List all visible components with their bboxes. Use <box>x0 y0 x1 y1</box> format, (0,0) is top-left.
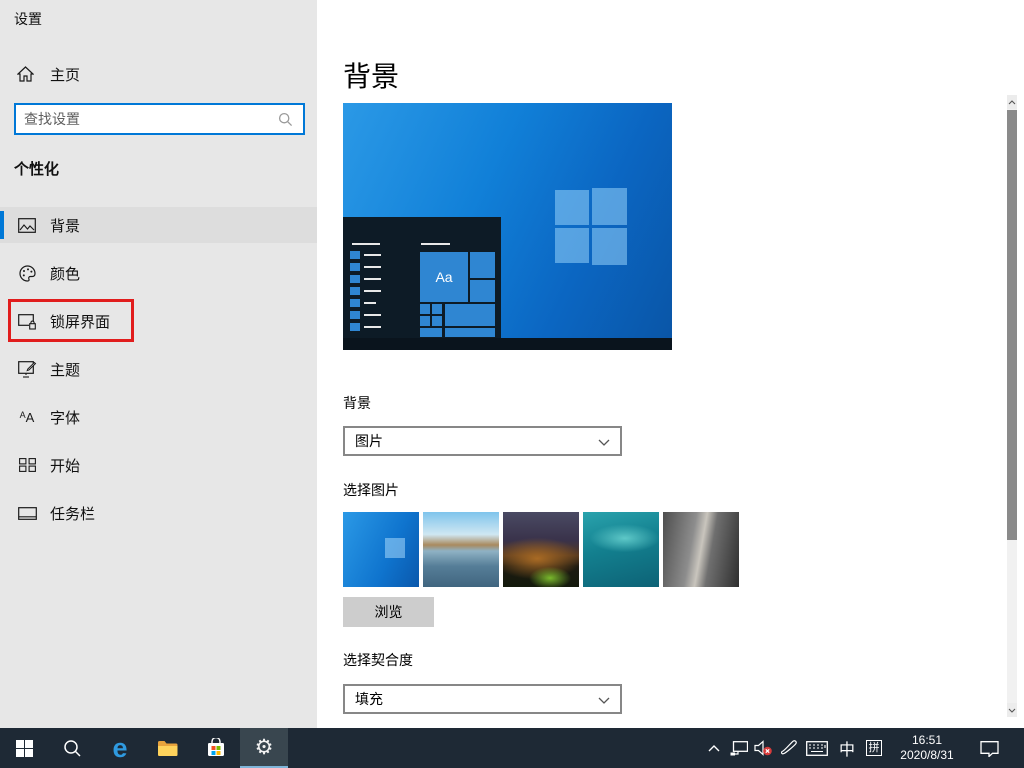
thumbnail-night-sky-tent[interactable] <box>503 512 579 587</box>
fonts-icon: AA <box>17 410 37 425</box>
windows-logo-icon <box>385 538 405 558</box>
section-header-personalization: 个性化 <box>14 158 59 179</box>
background-field-label: 背景 <box>343 393 371 413</box>
chevron-down-icon <box>598 439 610 446</box>
ime-mode-indicator[interactable]: 拼 <box>862 728 886 768</box>
volume-button[interactable] <box>751 728 775 768</box>
action-center-button[interactable] <box>972 728 1006 768</box>
edge-icon: e <box>112 735 127 762</box>
windows-logo-icon <box>555 188 627 265</box>
palette-icon <box>17 265 37 282</box>
fit-value: 填充 <box>355 689 383 709</box>
keyboard-icon <box>806 741 828 756</box>
taskbar-search-button[interactable] <box>48 728 96 768</box>
start-icon <box>17 458 37 472</box>
start-button[interactable] <box>0 728 48 768</box>
tray-time: 16:51 <box>912 733 942 748</box>
thumbnail-underwater-swimmer[interactable] <box>583 512 659 587</box>
pen-settings-button[interactable] <box>778 728 800 768</box>
taskbar-icon <box>17 507 37 520</box>
touch-keyboard-button[interactable] <box>802 728 832 768</box>
main-content: 背景 Aa <box>317 0 1024 728</box>
background-type-value: 图片 <box>355 431 383 451</box>
settings-window: 设置 主页 个性化 背景 颜色 <box>0 0 1024 728</box>
sidebar-item-label: 主题 <box>50 359 80 380</box>
sidebar-item-label: 任务栏 <box>50 503 95 524</box>
sidebar-item-start[interactable]: 开始 <box>0 447 317 483</box>
background-preview: Aa <box>343 103 672 350</box>
app-title: 设置 <box>14 9 42 29</box>
sidebar: 设置 主页 个性化 背景 颜色 <box>0 0 317 728</box>
speaker-muted-icon <box>754 740 773 756</box>
theme-icon <box>17 361 37 378</box>
browse-button[interactable]: 浏览 <box>343 597 434 627</box>
home-icon <box>17 66 34 82</box>
sidebar-item-background[interactable]: 背景 <box>0 207 317 243</box>
chevron-up-icon <box>708 744 720 752</box>
vertical-scrollbar[interactable] <box>1007 95 1017 717</box>
store-icon <box>206 738 226 758</box>
sidebar-item-label: 颜色 <box>50 263 80 284</box>
search-input[interactable] <box>16 111 278 127</box>
sidebar-item-themes[interactable]: 主题 <box>0 351 317 387</box>
page-title: 背景 <box>343 55 399 95</box>
sidebar-item-lock-screen[interactable]: 锁屏界面 <box>0 303 317 339</box>
taskbar-preview <box>343 338 672 350</box>
sidebar-item-label: 开始 <box>50 455 80 476</box>
thumbnail-gray-cliff[interactable] <box>663 512 739 587</box>
sidebar-item-colors[interactable]: 颜色 <box>0 255 317 291</box>
pinyin-badge: 拼 <box>866 740 882 756</box>
scroll-down-icon[interactable] <box>1007 703 1017 717</box>
clock[interactable]: 16:51 2020/8/31 <box>888 728 966 768</box>
folder-icon <box>157 740 179 757</box>
search-icon <box>63 739 81 757</box>
background-type-dropdown[interactable]: 图片 <box>343 426 622 456</box>
windows-start-icon <box>16 740 33 757</box>
ethernet-icon <box>730 741 748 756</box>
sidebar-item-taskbar[interactable]: 任务栏 <box>0 495 317 531</box>
sidebar-item-label: 锁屏界面 <box>50 311 110 332</box>
search-icon[interactable] <box>278 112 293 127</box>
sidebar-item-label: 字体 <box>50 407 80 428</box>
network-status-button[interactable] <box>727 728 751 768</box>
scroll-up-icon[interactable] <box>1007 95 1017 109</box>
start-tile-aa: Aa <box>420 252 468 302</box>
chevron-down-icon <box>598 697 610 704</box>
sidebar-item-label: 背景 <box>50 215 80 236</box>
edge-browser-button[interactable]: e <box>96 728 144 768</box>
thumbnail-beach-rocks[interactable] <box>423 512 499 587</box>
scrollbar-thumb[interactable] <box>1007 110 1017 540</box>
show-hidden-icons-button[interactable] <box>702 728 726 768</box>
image-icon <box>17 218 37 233</box>
ime-language-indicator[interactable]: 中 <box>834 728 860 768</box>
file-explorer-button[interactable] <box>144 728 192 768</box>
tray-date: 2020/8/31 <box>900 748 953 763</box>
lock-screen-icon <box>17 313 37 330</box>
sidebar-item-label: 主页 <box>50 64 80 85</box>
gear-icon: ⚙ <box>255 737 274 758</box>
choose-picture-label: 选择图片 <box>343 480 399 500</box>
thumbnail-windows-default[interactable] <box>343 512 419 587</box>
search-box <box>14 103 305 135</box>
fit-dropdown[interactable]: 填充 <box>343 684 622 714</box>
microsoft-store-button[interactable] <box>192 728 240 768</box>
fit-field-label: 选择契合度 <box>343 650 413 670</box>
taskbar: e ⚙ 中 拼 16:51 2020/8/31 <box>0 728 1024 768</box>
start-menu-preview: Aa <box>343 217 501 338</box>
settings-app-button[interactable]: ⚙ <box>240 728 288 768</box>
sidebar-item-fonts[interactable]: AA 字体 <box>0 399 317 435</box>
pen-icon <box>781 740 797 756</box>
notification-icon <box>980 740 999 757</box>
sidebar-item-home[interactable]: 主页 <box>0 58 317 90</box>
